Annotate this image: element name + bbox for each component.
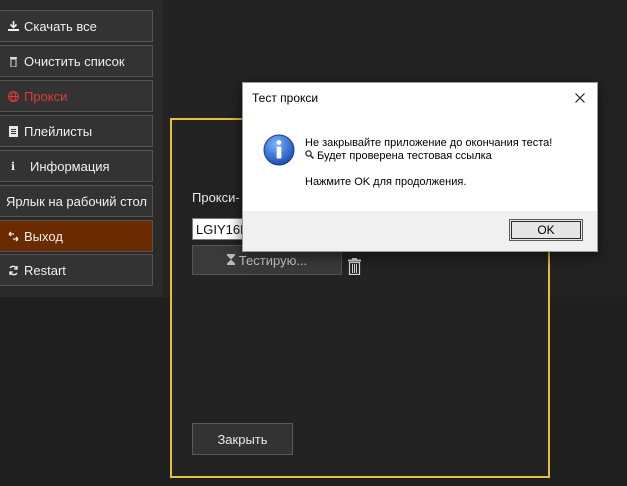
information-icon <box>263 134 295 169</box>
playlists-button[interactable]: Плейлисты <box>0 115 153 147</box>
clear-list-label: Очистить список <box>24 53 125 69</box>
ok-button[interactable]: OK <box>509 219 583 241</box>
exit-label: Выход <box>24 228 63 244</box>
download-icon <box>7 20 19 32</box>
desktop-shortcut-button[interactable]: Ярлык на рабочий стол <box>0 185 153 217</box>
dialog-title: Тест прокси <box>252 91 319 105</box>
dialog-close-button[interactable] <box>569 87 591 109</box>
dialog-link-text: Будет проверена тестовая ссылка <box>317 150 492 162</box>
close-icon <box>575 91 585 106</box>
trash-icon[interactable] <box>348 258 361 278</box>
hourglass-icon <box>226 253 235 268</box>
dialog-continue-text: Нажмите OK для продолжения. <box>305 176 467 188</box>
sidebar: Скачать все Очистить список Прокси Плейл… <box>0 0 163 297</box>
proxy-test-dialog: Тест прокси Не закрывайте приложение до <box>242 82 598 252</box>
globe-icon <box>7 90 19 102</box>
proxy-button[interactable]: Прокси <box>0 80 153 112</box>
test-proxy-label: Тестирую... <box>238 252 308 268</box>
playlists-label: Плейлисты <box>24 123 93 139</box>
dialog-title-bar: Тест прокси <box>243 83 597 113</box>
exit-button[interactable]: Выход <box>0 220 153 252</box>
trash-icon <box>7 56 19 67</box>
restart-icon <box>7 265 19 276</box>
playlist-icon <box>7 125 19 137</box>
restart-button[interactable]: Restart <box>0 254 153 286</box>
dialog-link-line: Будет проверена тестовая ссылка <box>305 150 492 162</box>
magnifier-icon <box>305 150 315 162</box>
information-label: Информация <box>30 158 110 174</box>
proxy-field-label: Прокси- <box>192 190 240 205</box>
desktop-shortcut-label: Ярлык на рабочий стол <box>6 193 148 209</box>
info-icon: ℹ <box>10 160 16 173</box>
dialog-warning-text: Не закрывайте приложение до окончания те… <box>305 137 553 149</box>
dialog-body: Не закрывайте приложение до окончания те… <box>243 113 597 211</box>
close-panel-button[interactable]: Закрыть <box>192 423 293 455</box>
exit-icon <box>7 231 19 242</box>
information-button[interactable]: ℹ Информация <box>0 150 153 182</box>
download-all-label: Скачать все <box>24 18 97 34</box>
proxy-label: Прокси <box>24 88 68 104</box>
download-all-button[interactable]: Скачать все <box>0 10 153 42</box>
clear-list-button[interactable]: Очистить список <box>0 45 153 77</box>
restart-label: Restart <box>24 262 66 278</box>
